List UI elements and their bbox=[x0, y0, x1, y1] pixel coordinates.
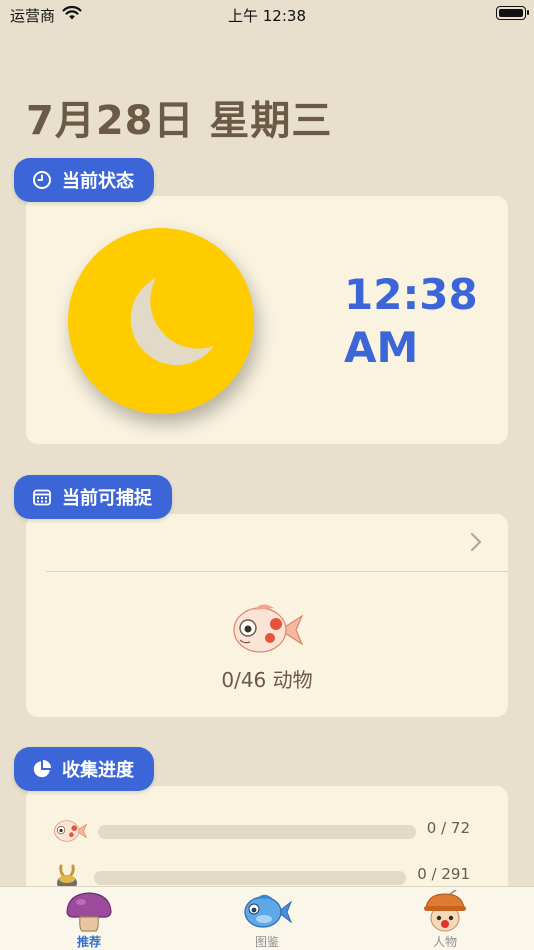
mushroom-icon bbox=[64, 890, 114, 938]
current-time: 12:38 AM bbox=[344, 268, 478, 374]
calendar-icon bbox=[32, 487, 52, 507]
status-bar: 运营商 上午 12:38 bbox=[0, 0, 534, 28]
tab-label: 图鉴 bbox=[254, 935, 279, 949]
current-status-header: 当前状态 bbox=[14, 158, 154, 202]
tab-villagers[interactable]: 人物 bbox=[356, 887, 534, 950]
current-time-period: AM bbox=[344, 323, 419, 372]
page-title: 7月28日 星期三 bbox=[26, 98, 333, 144]
tab-label: 推荐 bbox=[76, 935, 101, 949]
catchable-label: 当前可捕捉 bbox=[62, 488, 152, 509]
progress-count-fish: 0 / 72 bbox=[426, 819, 470, 837]
chevron-right-icon[interactable] bbox=[470, 532, 482, 556]
current-status-label: 当前状态 bbox=[62, 171, 134, 192]
pie-chart-icon bbox=[32, 759, 52, 779]
catchable-header: 当前可捕捉 bbox=[14, 475, 172, 519]
tab-recommend[interactable]: 推荐 bbox=[0, 887, 178, 950]
battery-icon bbox=[496, 6, 529, 20]
progress-row-fish[interactable]: 0 / 72 bbox=[26, 812, 508, 848]
progress-count-bug: 0 / 291 bbox=[417, 865, 470, 883]
fish-icon bbox=[230, 598, 304, 666]
villager-icon bbox=[420, 889, 470, 938]
progress-bar-bug bbox=[94, 871, 406, 885]
current-time-value: 12:38 bbox=[344, 270, 478, 319]
divider bbox=[46, 571, 508, 572]
progress-label: 收集进度 bbox=[62, 760, 134, 781]
status-clock: 上午 12:38 bbox=[228, 7, 306, 25]
fish-icon bbox=[52, 816, 88, 850]
tab-label: 人物 bbox=[432, 935, 457, 949]
progress-header: 收集进度 bbox=[14, 747, 154, 791]
clock-icon bbox=[32, 170, 52, 190]
moon-icon bbox=[68, 228, 254, 414]
tab-encyclopedia[interactable]: 图鉴 bbox=[178, 887, 356, 950]
catchable-card[interactable]: 0/46 动物 bbox=[26, 514, 508, 717]
current-status-card: 12:38 AM bbox=[26, 196, 508, 444]
blue-fish-icon bbox=[242, 890, 293, 938]
tab-bar: 推荐 图鉴 人物 bbox=[0, 886, 534, 950]
progress-bar-fish bbox=[98, 825, 416, 839]
catchable-count: 0/46 动物 bbox=[221, 668, 313, 692]
